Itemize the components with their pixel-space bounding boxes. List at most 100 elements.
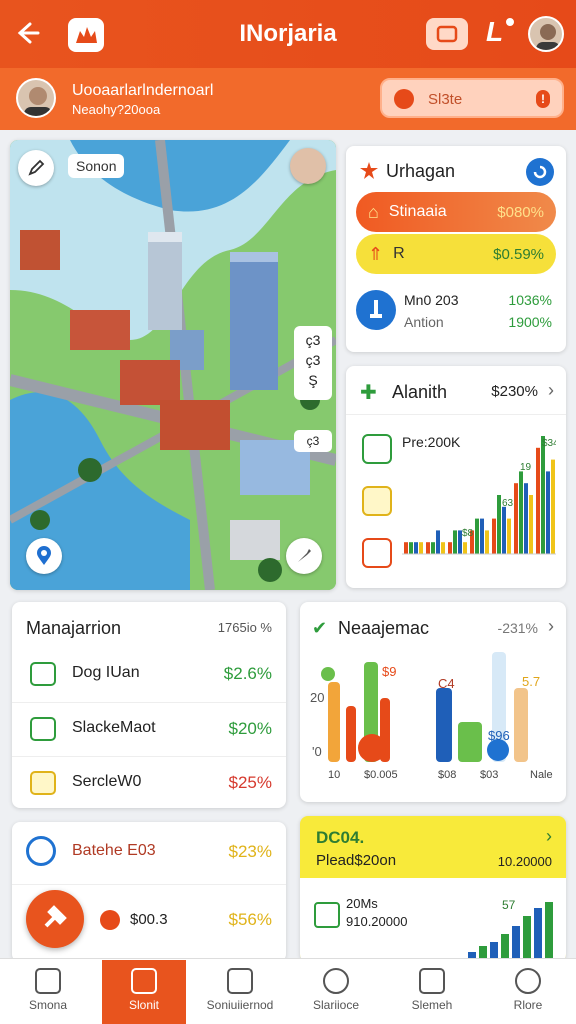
card-icon: [30, 717, 56, 741]
mini-bar: [545, 902, 553, 960]
mini-bar: [534, 908, 542, 960]
stats-title: Urhagan: [386, 161, 456, 181]
location-pin-icon[interactable]: [26, 538, 62, 574]
stats-info-line2: Antion: [404, 314, 444, 330]
tab-slonit[interactable]: Slonit: [102, 960, 186, 1024]
balance-title: Batehe E03: [72, 842, 156, 859]
chevron-right-icon[interactable]: ›: [548, 616, 554, 637]
bar-annotation: 63: [502, 498, 514, 509]
report-tick-label: $03: [480, 769, 498, 781]
management-row-value: $20%: [228, 719, 272, 738]
divider: [12, 884, 286, 885]
report-annotation: 5.7: [522, 674, 540, 689]
profile-detail: Neaohy?20ooa: [72, 102, 161, 117]
bar: [492, 518, 496, 554]
search-box[interactable]: Sl3te !: [380, 78, 564, 118]
tab-slariioce[interactable]: Slariioce: [288, 960, 384, 1024]
alert-icon[interactable]: !: [536, 90, 550, 108]
reports-value: -231%: [497, 620, 538, 636]
bar: [536, 447, 540, 554]
mini-bar: [523, 916, 531, 960]
tab-label: Smona: [28, 998, 68, 1012]
bar: [448, 542, 452, 554]
coin-icon: [100, 910, 120, 930]
deposit-line1: 20Ms: [346, 896, 378, 911]
bar: [546, 471, 550, 554]
city-map[interactable]: Sonon ç3 ç3 Ş ç3: [10, 140, 336, 590]
bar: [453, 530, 457, 554]
management-row-label: SercleW0: [72, 773, 142, 790]
tab-slemeh[interactable]: Slemeh: [384, 960, 480, 1024]
report-dot: [358, 734, 386, 762]
bar: [436, 530, 440, 554]
management-row-value: $25%: [228, 773, 272, 792]
bar: [514, 483, 518, 554]
tag-icon: [419, 968, 445, 994]
tab-smona[interactable]: Smona: [0, 960, 96, 1024]
bar: [441, 542, 445, 554]
stats-row-2-value: $0.59%: [493, 245, 544, 263]
bar: [529, 495, 533, 554]
management-row[interactable]: SercleW0 $25%: [12, 756, 286, 808]
report-bar: [436, 688, 452, 762]
report-annotation: $9: [382, 664, 396, 679]
analytics-card[interactable]: ✚ Alanith $230% › Pre:200K $34 19 63 $8: [346, 366, 566, 588]
management-row[interactable]: Dog IUan $2.6%: [12, 648, 286, 702]
avatar[interactable]: [528, 16, 564, 52]
briefcase-icon: ⌂: [368, 201, 379, 222]
pencil-icon[interactable]: [18, 150, 54, 186]
bar: [480, 518, 484, 554]
management-row-label: Dog IUan: [72, 664, 140, 681]
profile-avatar[interactable]: [16, 78, 56, 118]
profile-icon: [515, 968, 541, 994]
report-bar: [514, 688, 528, 762]
notification-icon[interactable]: L: [486, 16, 516, 50]
stats-info-val2: 1900%: [508, 314, 552, 330]
bar: [551, 459, 555, 554]
tablet-button[interactable]: [426, 18, 468, 50]
map-legend-2: ç3: [305, 352, 321, 368]
map-avatar[interactable]: [290, 148, 326, 184]
bar-annotation: 19: [520, 462, 532, 473]
search-text: Sl3te: [428, 91, 463, 108]
map-zoom-label[interactable]: ç3: [294, 430, 332, 452]
reports-card[interactable]: ✔ Neaajemac -231% › $9 C4 5.7 $96 20 '0 10 $0.0…: [300, 602, 566, 802]
management-row-label: SlackeMaot: [72, 719, 156, 736]
bar-chart: $34 19 63 $8: [402, 436, 556, 555]
analytics-value: $230%: [491, 383, 538, 400]
report-tick-label: $0.005: [364, 769, 398, 781]
check-icon: ✔: [312, 618, 328, 638]
bar: [507, 518, 511, 554]
balance-row-label: $00.3: [130, 911, 168, 928]
report-tick-label: 10: [328, 769, 340, 781]
mini-bar: [512, 926, 520, 960]
management-row[interactable]: SlackeMaot $20%: [12, 702, 286, 756]
action-fab[interactable]: [26, 890, 84, 948]
tab-soniuiiernod[interactable]: Soniuiiernod: [192, 960, 288, 1024]
deposit-card[interactable]: DC04. › Plead$20on 10.20000 20Ms 910.200…: [300, 816, 566, 962]
management-row-value: $2.6%: [223, 664, 272, 683]
reports-chart: $9 C4 5.7 $96 20 '0 10 $0.005 $08 $03 Nale: [310, 652, 553, 781]
refresh-icon[interactable]: [526, 158, 554, 186]
reports-title: Neaajemac: [338, 618, 430, 638]
bar: [485, 530, 489, 554]
notification-dot: [504, 16, 516, 28]
tool-badge-icon: [356, 290, 396, 330]
tool-icon[interactable]: [286, 538, 322, 574]
tab-label: Slariioce: [312, 998, 360, 1012]
management-badge: 1765io %: [217, 620, 272, 635]
stats-info-line1: Mn0 203: [404, 292, 459, 308]
report-bar: [458, 722, 482, 762]
chevron-right-icon[interactable]: ›: [548, 380, 554, 401]
mini-bar-chart: [468, 902, 553, 960]
stats-row-2[interactable]: ⇑ R $0.59%: [356, 234, 556, 274]
app-bar: INorjaria L: [0, 0, 576, 68]
chevron-right-icon[interactable]: ›: [546, 826, 552, 847]
map-legend-3: Ş: [308, 372, 318, 388]
tab-rlore[interactable]: Rlore: [480, 960, 576, 1024]
report-tick-label: $08: [438, 769, 456, 781]
stats-row-1-label: Stinaaia: [388, 203, 447, 220]
stats-row-1[interactable]: ⌂ Stinaaia $080%: [356, 192, 556, 232]
tab-label: Soniuiiernod: [206, 998, 274, 1012]
stats-row-1-value: $080%: [497, 203, 544, 221]
